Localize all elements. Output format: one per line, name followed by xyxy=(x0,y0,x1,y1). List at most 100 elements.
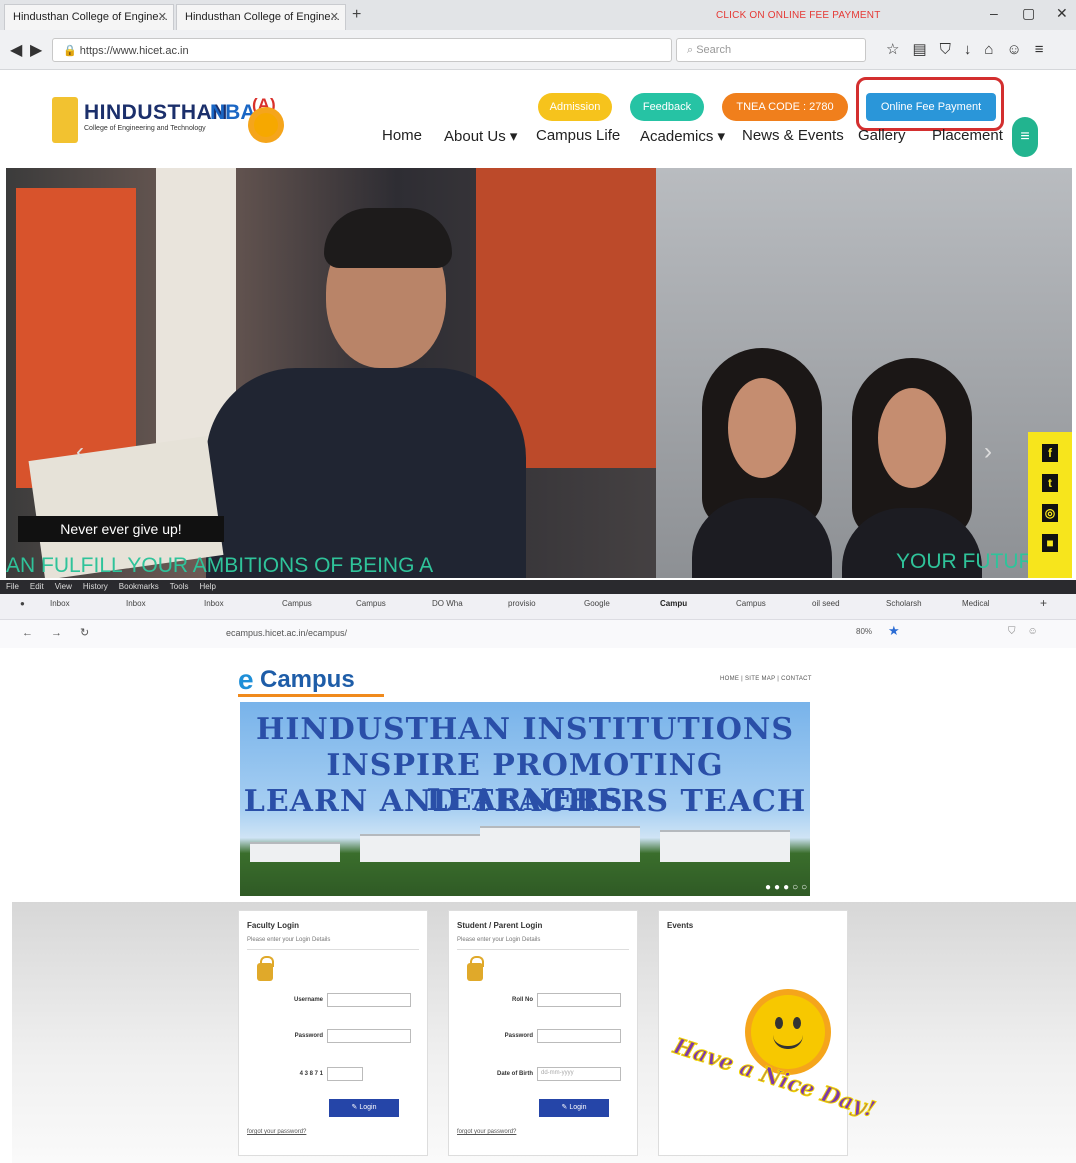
username-input[interactable] xyxy=(327,993,411,1007)
browser-tab[interactable]: Google xyxy=(584,599,610,608)
student-figure xyxy=(878,388,946,488)
url-text: ecampus.hicet.ac.in/ecampus/ xyxy=(226,628,348,638)
bookmark-star-icon[interactable]: ★ xyxy=(888,623,900,639)
url-bar[interactable]: ecampus.hicet.ac.in/ecampus/ xyxy=(196,625,896,643)
browser-tab[interactable]: Inbox xyxy=(126,599,146,608)
naac-emblem-icon xyxy=(254,113,278,137)
events-panel: Events Have a Nice Day! xyxy=(658,910,879,1156)
menu-file[interactable]: File xyxy=(6,582,19,591)
menu-bookmarks[interactable]: Bookmarks xyxy=(119,582,159,591)
forgot-password-link[interactable]: forgot your password? xyxy=(457,1129,516,1135)
panel-subtitle: Please enter your Login Details xyxy=(247,937,331,943)
firefox-icon: ● xyxy=(20,599,25,608)
browser-tab[interactable]: Campus xyxy=(282,599,312,608)
twitter-icon[interactable]: t xyxy=(1042,474,1058,492)
building-shape xyxy=(480,826,640,862)
browser-tab[interactable]: Inbox xyxy=(204,599,224,608)
bookmark-star-icon[interactable]: ☆ xyxy=(886,41,912,58)
faculty-login-panel: Faculty Login Please enter your Login De… xyxy=(238,910,428,1156)
hero-slide-photo xyxy=(656,168,1072,578)
slider-next-icon[interactable]: › xyxy=(984,438,992,466)
close-tab-icon[interactable]: ✕ xyxy=(158,10,167,23)
search-input[interactable]: ⌕ Search xyxy=(676,38,866,62)
smiley-eye xyxy=(793,1017,801,1029)
menu-placement[interactable]: Placement xyxy=(932,127,1003,144)
maximize-button[interactable]: ▢ xyxy=(1022,5,1035,22)
browser-tab[interactable]: Campus xyxy=(736,599,766,608)
student-login-button[interactable]: ✎ Login xyxy=(539,1099,609,1117)
menu-view[interactable]: View xyxy=(55,582,72,591)
menu-tools[interactable]: Tools xyxy=(170,582,189,591)
pocket-icon[interactable]: ⛉ xyxy=(940,41,964,58)
roll-no-input[interactable] xyxy=(537,993,621,1007)
extension-icon[interactable]: ☺ xyxy=(1006,41,1034,58)
menu-about-us[interactable]: About Us ▾ xyxy=(444,127,517,145)
minimize-button[interactable]: – xyxy=(990,5,998,21)
faculty-login-button[interactable]: ✎ Login xyxy=(329,1099,399,1117)
panel-title: Faculty Login xyxy=(247,921,299,930)
menu-gallery[interactable]: Gallery xyxy=(858,127,906,144)
forward-icon[interactable]: → xyxy=(51,627,80,639)
captcha-input[interactable] xyxy=(327,1067,363,1081)
menu-help[interactable]: Help xyxy=(199,582,215,591)
pocket-icon[interactable]: ⛉ xyxy=(1008,626,1028,637)
browser-tab[interactable]: Campus xyxy=(356,599,386,608)
tnea-code-button[interactable]: TNEA CODE : 2780 xyxy=(722,93,848,121)
password-input[interactable] xyxy=(327,1029,411,1043)
social-bar: f t ◎ ■ xyxy=(1028,432,1072,578)
browser-tab[interactable]: Scholarsh xyxy=(886,599,922,608)
college-logo[interactable]: HINDUSTHAN College of Engineering and Te… xyxy=(52,95,282,151)
menu-news-events[interactable]: News & Events xyxy=(742,127,844,144)
menu-history[interactable]: History xyxy=(83,582,108,591)
zoom-level[interactable]: 80% xyxy=(856,627,872,636)
new-tab-button[interactable]: + xyxy=(1040,596,1047,610)
menu-home[interactable]: Home xyxy=(382,127,422,144)
back-icon[interactable]: ◀ xyxy=(10,40,22,60)
hamburger-menu-icon[interactable]: ≡ xyxy=(1012,117,1038,157)
dob-input[interactable]: dd-mm-yyyy xyxy=(537,1067,621,1081)
browser-tab[interactable]: Hindusthan College of Engine... ✕ xyxy=(4,4,174,30)
browser-tab[interactable]: oil seed xyxy=(812,599,840,608)
feedback-button[interactable]: Feedback xyxy=(630,93,704,121)
slider-prev-icon[interactable]: ‹ xyxy=(76,438,84,466)
slide-caption: Never ever give up! xyxy=(18,516,224,542)
browser-tab[interactable]: DO Wha xyxy=(432,599,463,608)
nav-bar: ◀ ▶ 🔒 https://www.hicet.ac.in ⌕ Search ☆… xyxy=(0,30,1076,70)
back-icon[interactable]: ← xyxy=(22,627,51,639)
password-input[interactable] xyxy=(537,1029,621,1043)
nav-buttons: ←→↻ xyxy=(22,626,107,639)
menu-academics[interactable]: Academics ▾ xyxy=(640,127,725,145)
bottom-browser-window: File Edit View History Bookmarks Tools H… xyxy=(0,580,1076,1163)
slider-dots[interactable]: ●●●○○ xyxy=(765,882,810,893)
account-icon[interactable]: ☺ xyxy=(1028,626,1050,637)
forgot-password-link[interactable]: forgot your password? xyxy=(247,1129,306,1135)
menu-edit[interactable]: Edit xyxy=(30,582,44,591)
ecampus-logo[interactable]: e Campus xyxy=(238,664,388,700)
url-bar[interactable]: 🔒 https://www.hicet.ac.in xyxy=(52,38,672,62)
browser-tab[interactable]: Medical xyxy=(962,599,990,608)
naac-logo: (A) xyxy=(250,95,280,147)
menu-icon[interactable]: ≡ xyxy=(1035,41,1057,58)
download-icon[interactable]: ↓ xyxy=(964,41,985,58)
facebook-icon[interactable]: f xyxy=(1042,444,1058,462)
close-window-button[interactable]: ✕ xyxy=(1056,5,1068,22)
new-tab-button[interactable]: + xyxy=(352,6,361,24)
browser-tab[interactable]: Hindusthan College of Engine... ✕ xyxy=(176,4,346,30)
reload-icon[interactable]: ↻ xyxy=(80,627,107,639)
header-links[interactable]: HOME | SITE MAP | CONTACT xyxy=(720,676,812,682)
menu-campus-life[interactable]: Campus Life xyxy=(536,127,620,144)
browser-tab[interactable]: provisio xyxy=(508,599,536,608)
nav-bar: ←→↻ ecampus.hicet.ac.in/ecampus/ 80% ★ ⛉… xyxy=(0,620,1076,648)
home-icon[interactable]: ⌂ xyxy=(984,41,1006,58)
browser-tab-active[interactable]: Campu xyxy=(660,599,687,608)
forward-icon[interactable]: ▶ xyxy=(30,40,42,60)
clipboard-icon[interactable]: ▤ xyxy=(912,41,939,58)
hero-slider[interactable]: ‹ › Never ever give up! AN FULFILL YOUR … xyxy=(6,168,1072,578)
browser-tab[interactable]: Inbox xyxy=(50,599,70,608)
close-tab-icon[interactable]: ✕ xyxy=(330,10,339,23)
admission-button[interactable]: Admission xyxy=(538,93,612,121)
youtube-icon[interactable]: ■ xyxy=(1042,534,1058,552)
college-emblem-icon xyxy=(52,97,78,143)
lock-icon xyxy=(467,956,484,981)
instagram-icon[interactable]: ◎ xyxy=(1042,504,1058,522)
